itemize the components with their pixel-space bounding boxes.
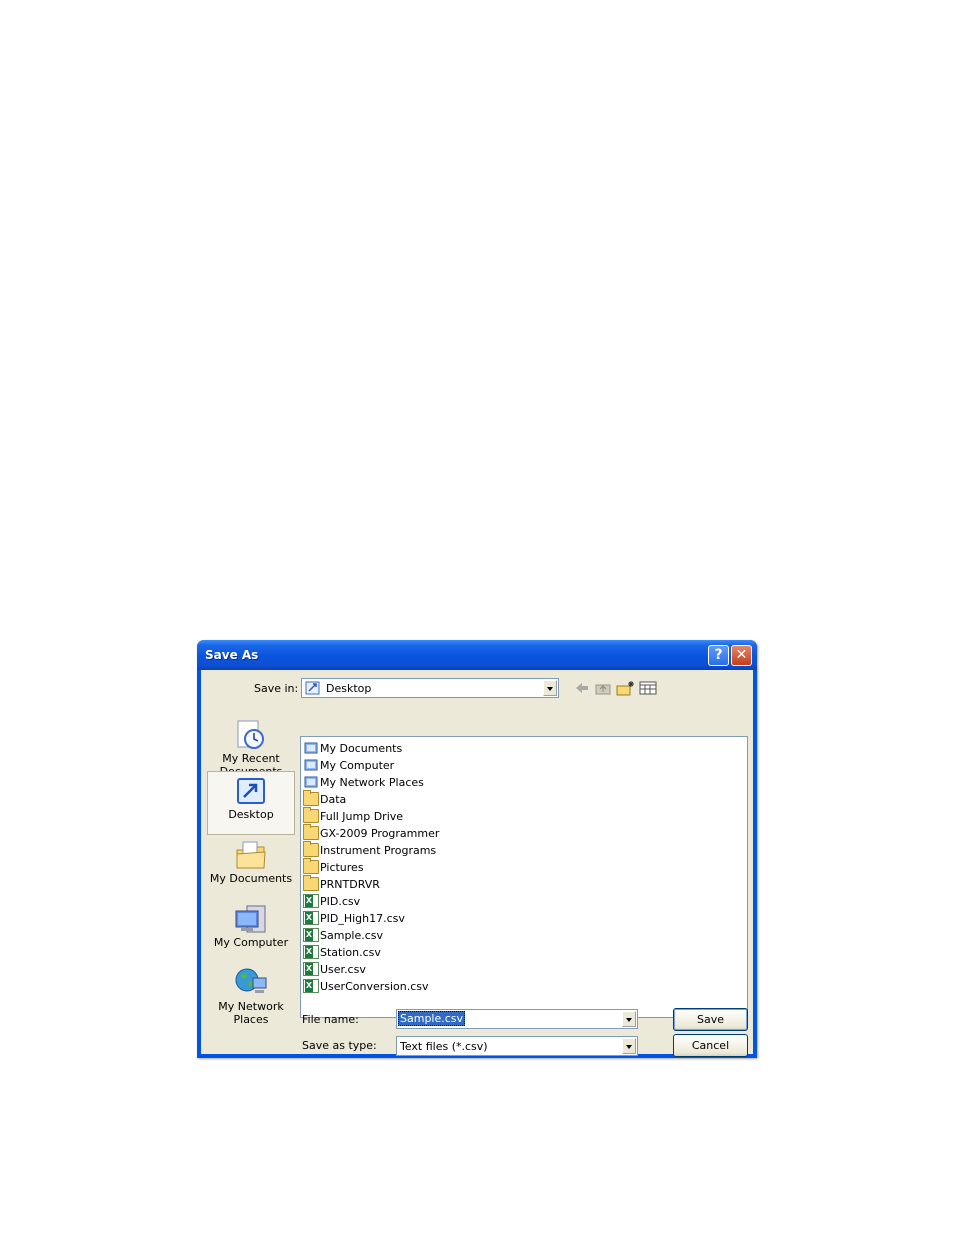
save-as-type-label: Save as type: <box>302 1039 377 1052</box>
place-label: My Network <box>218 1000 284 1013</box>
file-name-text: PRNTDRVR <box>320 878 380 891</box>
file-name-text: Pictures <box>320 861 364 874</box>
place-label: Places <box>233 1013 269 1026</box>
back-icon[interactable] <box>573 680 591 696</box>
place-label: Desktop <box>228 808 274 821</box>
file-name-text: Instrument Programs <box>320 844 437 857</box>
dialog-body: Save in: Desktop My Recent Desktop My Do… <box>201 670 753 1057</box>
place-my-computer[interactable]: My Computer <box>207 902 295 964</box>
network-places-icon <box>235 968 267 993</box>
save-in-value: Desktop <box>326 682 372 695</box>
save-as-type-dropdown-button[interactable] <box>622 1038 636 1054</box>
recent-documents-icon <box>237 720 264 749</box>
folder-icon <box>303 807 319 823</box>
folder-icon <box>303 824 319 840</box>
folder-icon <box>303 858 319 874</box>
file-name-text: PID_High17.csv <box>320 912 405 925</box>
folder-icon <box>303 875 319 891</box>
file-name-text: Data <box>320 793 347 806</box>
file-name-text: Station.csv <box>320 946 381 959</box>
view-menu-icon[interactable] <box>639 680 657 696</box>
file-name-label: File name: <box>302 1013 359 1026</box>
csv-file-icon <box>303 962 319 976</box>
place-my-network-places[interactable]: My Network Places <box>207 966 295 1028</box>
file-name-text: GX-2009 Programmer <box>320 827 440 840</box>
save-as-dialog: Save As ? ✕ Save in: Desktop My Recent D… <box>197 640 757 1058</box>
file-name-text: PID.csv <box>320 895 361 908</box>
desktop-small-icon <box>305 681 320 695</box>
close-button[interactable]: ✕ <box>731 645 752 666</box>
special-folder-icon <box>303 758 319 772</box>
csv-file-icon <box>303 979 319 993</box>
file-name-text: User.csv <box>320 963 366 976</box>
csv-file-icon <box>303 894 319 908</box>
title-bar[interactable]: Save As ? ✕ <box>197 640 757 670</box>
file-name-text: My Network Places <box>320 776 424 789</box>
place-label: My Documents <box>209 872 293 885</box>
place-desktop[interactable]: Desktop <box>207 771 295 835</box>
file-name-text: UserConversion.csv <box>320 980 429 993</box>
place-label: My Recent <box>222 752 280 765</box>
cancel-button[interactable]: Cancel <box>673 1034 748 1057</box>
desktop-icon <box>237 778 265 804</box>
help-button[interactable]: ? <box>708 645 729 666</box>
places-bar: My Recent Documents Desktop My Documents <box>207 720 295 1060</box>
save-as-type-select[interactable]: Text files (*.csv) <box>396 1036 638 1056</box>
file-name-text: Sample.csv <box>320 929 384 942</box>
folder-icon <box>303 790 319 806</box>
save-in-dropdown-button[interactable] <box>543 680 557 696</box>
special-folder-icon <box>303 741 319 755</box>
save-in-combo[interactable]: Desktop <box>301 678 559 698</box>
window-title: Save As <box>205 648 259 662</box>
save-button[interactable]: Save <box>673 1008 748 1031</box>
save-in-label: Save in: <box>254 682 299 695</box>
file-name-text: My Documents <box>320 742 403 755</box>
csv-file-icon <box>303 911 319 925</box>
csv-file-icon <box>303 945 319 959</box>
file-name-value: Sample.csv <box>398 1011 466 1026</box>
file-name-text: Full Jump Drive <box>320 810 404 823</box>
file-name-input[interactable]: Sample.csv <box>396 1009 638 1029</box>
place-my-documents[interactable]: My Documents <box>207 838 295 900</box>
special-folder-icon <box>303 775 319 789</box>
my-computer-icon <box>235 905 266 933</box>
file-list[interactable]: My Documents My Computer My Network Places… <box>300 736 748 1018</box>
save-as-type-value: Text files (*.csv) <box>400 1040 488 1053</box>
place-label: My Computer <box>213 936 289 949</box>
file-name-dropdown-button[interactable] <box>622 1011 636 1027</box>
new-folder-icon[interactable] <box>616 680 634 696</box>
my-documents-icon <box>236 841 266 869</box>
up-folder-icon[interactable] <box>594 680 612 696</box>
csv-file-icon <box>303 928 319 942</box>
file-name-text: My Computer <box>320 759 395 772</box>
folder-icon <box>303 841 319 857</box>
